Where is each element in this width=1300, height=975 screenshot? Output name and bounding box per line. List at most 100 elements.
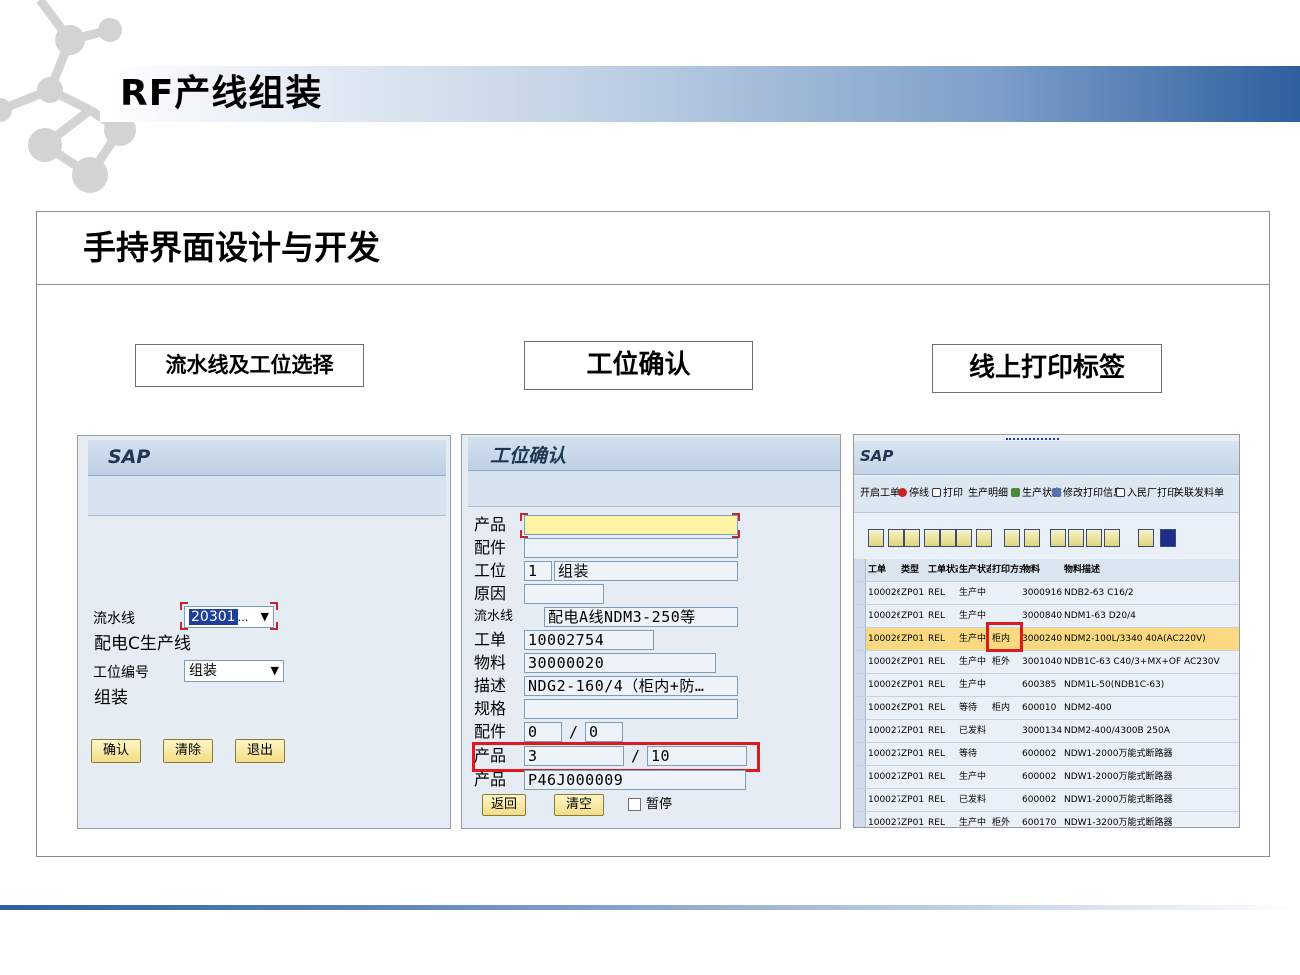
sap-logo: SAP	[860, 447, 894, 465]
table-row[interactable]: 10002702ZP01REL 生产中 600002 NDW1-2000万能式断路器	[854, 766, 1239, 789]
find-next-icon[interactable]	[940, 529, 956, 547]
screen-header: 工位确认	[468, 437, 840, 471]
column-header[interactable]: 物料	[1022, 559, 1062, 581]
sort-ascending-icon[interactable]	[888, 529, 904, 547]
order-cell: 10002660	[868, 588, 900, 598]
table-row[interactable]: 10002669ZP01REL生产中30008403NDM1-63 D20/4	[854, 605, 1239, 628]
chevron-down-icon[interactable]: ▼	[271, 661, 279, 681]
row-selector[interactable]	[854, 743, 866, 765]
table-row[interactable]: 10002701ZP01REL 等待 600002 NDW1-2000万能式断路器	[854, 743, 1239, 766]
sort-descending-icon[interactable]	[904, 529, 920, 547]
order-cell: 10002698	[868, 680, 900, 690]
export-icon[interactable]	[1068, 529, 1084, 547]
line-select[interactable]: 20301… ▼	[184, 606, 274, 628]
table-row[interactable]: 10002695ZP01REL 生产中柜外 30010402NDB1C-63 C40…	[854, 651, 1239, 674]
pause-checkbox[interactable]	[628, 798, 641, 811]
type-cell: ZP01	[901, 795, 925, 805]
menu-label: 修改打印信息	[1063, 488, 1123, 499]
row-selector[interactable]	[854, 697, 866, 719]
station-description: 组装	[94, 688, 128, 708]
print-mode-cell: 柜内	[992, 703, 1011, 713]
back-button[interactable]: 返回	[482, 794, 526, 816]
station-select[interactable]: 组装 ▼	[184, 660, 284, 682]
separator: /	[569, 723, 579, 741]
column-header[interactable]: 生产状态	[959, 559, 991, 581]
table-row[interactable]: 10002699ZP01REL 等待 柜内 600010 NDM2-400	[854, 697, 1239, 720]
table-row[interactable]: 10002685ZP01REL生产中柜内30002409NDM2-100L/33…	[854, 628, 1239, 651]
row-selector[interactable]	[854, 628, 866, 650]
print-preview-icon[interactable]	[1050, 529, 1066, 547]
sum-icon[interactable]	[1004, 529, 1020, 547]
row-selector[interactable]	[854, 789, 866, 811]
table-row[interactable]: 10002660ZP01REL 生产中 30009164NDB2-63 C16/2	[854, 582, 1239, 605]
printer-icon	[1116, 488, 1125, 497]
type-cell: ZP01	[901, 657, 925, 667]
chevron-down-icon[interactable]: ▼	[261, 607, 269, 627]
menu-open-order[interactable]: 开启工单	[860, 486, 900, 502]
confirm-button[interactable]: 确认	[91, 739, 141, 763]
menu-linked-issue[interactable]: 关联发料单	[1174, 486, 1224, 502]
material-desc-cell: NDM1-63 D20/4	[1064, 611, 1136, 621]
reason-input[interactable]	[524, 584, 604, 604]
field-label: 流水线	[474, 609, 514, 624]
field-label: 工位	[474, 561, 507, 580]
table-row[interactable]: 10002698ZP01REL 生产中 600385 NDM1L-50(NDB1C-6…	[854, 674, 1239, 697]
type-cell: ZP01	[901, 772, 925, 782]
clear-button[interactable]: 清空	[554, 794, 604, 816]
column-header[interactable]: 物料描述	[1064, 559, 1234, 581]
label-print-screen: SAP 开启工单 停线 打印 生产明细 生产状态 修改打印信息 入民厂打印 关联…	[853, 434, 1240, 828]
menu-print[interactable]: 打印	[932, 486, 963, 502]
printer-icon	[932, 488, 941, 497]
column-header[interactable]: 工单	[868, 559, 900, 581]
material-cell: 30010402	[1022, 657, 1062, 667]
field-label: 物料	[474, 653, 507, 672]
content-box-header: 手持界面设计与开发	[37, 212, 1269, 285]
row-selector[interactable]	[854, 651, 866, 673]
accessory-input[interactable]	[524, 538, 738, 558]
column-header[interactable]: 工单状态	[928, 559, 958, 581]
table-row[interactable]: 10002703ZP01REL 已发料 600002 NDW1-2000万能式断路器	[854, 789, 1239, 812]
view-icon[interactable]	[1104, 529, 1120, 547]
column-header[interactable]: 打印方式	[992, 559, 1022, 581]
exit-button[interactable]: 退出	[235, 739, 285, 763]
filter-icon[interactable]	[956, 529, 972, 547]
filter-dropdown-icon[interactable]	[976, 529, 992, 547]
production-status-cell: 生产中	[959, 657, 987, 667]
table-row[interactable]: 10002706ZP01REL 生产中柜外 600170 NDW1-3200万能式断路…	[854, 812, 1239, 828]
production-status-cell: 已发料	[959, 726, 987, 736]
details-icon[interactable]	[868, 529, 884, 547]
material-desc-cell: NDM2-100L/3340 40A(AC220V)	[1064, 634, 1206, 644]
select-all-icon[interactable]	[854, 559, 866, 581]
production-status-cell: 生产中	[959, 818, 987, 828]
production-status-cell: 生产中	[959, 772, 987, 782]
product-input[interactable]	[524, 515, 738, 535]
material-cell: 30002409	[1022, 634, 1062, 644]
subtotal-icon[interactable]	[1024, 529, 1040, 547]
section-label-station-confirm: 工位确认	[524, 341, 753, 390]
layout-icon[interactable]	[1086, 529, 1102, 547]
order-cell: 10002669	[868, 611, 900, 621]
menu-stop-line[interactable]: 停线	[898, 486, 929, 502]
toolbar	[468, 471, 840, 507]
column-header[interactable]: 类型	[901, 559, 927, 581]
row-selector[interactable]	[854, 812, 866, 827]
document-icon[interactable]	[1138, 529, 1154, 547]
menu-edit-print-info[interactable]: 修改打印信息	[1052, 486, 1123, 502]
info-icon[interactable]	[1160, 529, 1176, 547]
station-number-input[interactable]: 1	[524, 561, 552, 581]
find-icon[interactable]	[924, 529, 940, 547]
type-cell: ZP01	[901, 818, 925, 828]
order-cell: 10002706	[868, 818, 900, 828]
table-row[interactable]: 10002700ZP01REL 已发料 30001345NDM2-400/4300B…	[854, 720, 1239, 743]
menu-factory-print[interactable]: 入民厂打印	[1116, 486, 1177, 502]
menu-production-detail[interactable]: 生产明细	[968, 486, 1008, 502]
row-selector[interactable]	[854, 582, 866, 604]
order-cell: 10002699	[868, 703, 900, 713]
menu-label: 打印	[943, 488, 963, 499]
row-selector[interactable]	[854, 766, 866, 788]
clear-button[interactable]: 清除	[163, 739, 213, 763]
line-select-screen: SAP 流水线 20301… ▼ 配电C生产线 工位编号 组装 ▼ 组装 确认 …	[77, 435, 451, 829]
row-selector[interactable]	[854, 720, 866, 742]
row-selector[interactable]	[854, 605, 866, 627]
row-selector[interactable]	[854, 674, 866, 696]
